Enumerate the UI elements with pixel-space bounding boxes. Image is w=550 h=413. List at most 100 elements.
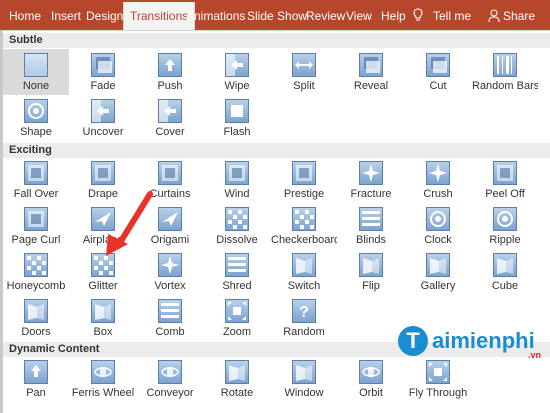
- tab-animations[interactable]: Animations: [186, 0, 245, 30]
- box-icon: [91, 299, 115, 323]
- transition-reveal[interactable]: Reveal: [338, 49, 404, 95]
- transition-fade[interactable]: Fade: [70, 49, 136, 95]
- section-header-subtle: Subtle: [3, 33, 550, 48]
- doors-icon: [24, 299, 48, 323]
- fly-through-icon: [426, 360, 450, 384]
- gallery-icon: [426, 253, 450, 277]
- crush-icon: [426, 161, 450, 185]
- ferris-wheel-icon: [91, 360, 115, 384]
- transition-switch[interactable]: Switch: [271, 249, 337, 295]
- transition-fly-through[interactable]: Fly Through: [405, 356, 471, 402]
- lightbulb-icon[interactable]: [413, 8, 423, 22]
- tab-slide-show[interactable]: Slide Show: [247, 0, 307, 30]
- transition-gallery[interactable]: Gallery: [405, 249, 471, 295]
- transition-label: Rotate: [220, 387, 254, 399]
- transition-doors[interactable]: Doors: [3, 295, 69, 341]
- wind-icon: [225, 161, 249, 185]
- transition-comb[interactable]: Comb: [137, 295, 203, 341]
- transition-shred[interactable]: Shred: [204, 249, 270, 295]
- cover-icon: [158, 99, 182, 123]
- transition-label: Fade: [90, 80, 116, 92]
- tab-insert[interactable]: Insert: [51, 0, 81, 30]
- tab-home[interactable]: Home: [9, 0, 41, 30]
- transition-random-bars[interactable]: Random Bars: [472, 49, 538, 95]
- transition-label: Blinds: [356, 234, 386, 246]
- transition-label: Cube: [491, 280, 519, 292]
- rotate-icon: [225, 360, 249, 384]
- shred-icon: [225, 253, 249, 277]
- transition-none[interactable]: None: [3, 49, 69, 95]
- drape-icon: [91, 161, 115, 185]
- transition-crush[interactable]: Crush: [405, 157, 471, 203]
- fracture-icon: [359, 161, 383, 185]
- tab-review[interactable]: Review: [306, 0, 345, 30]
- blinds-icon: [359, 207, 383, 231]
- transition-label: Flash: [223, 126, 251, 138]
- reveal-icon: [359, 53, 383, 77]
- transition-push[interactable]: Push: [137, 49, 203, 95]
- transition-label: Switch: [287, 280, 321, 292]
- clock-icon: [426, 207, 450, 231]
- switch-icon: [292, 253, 316, 277]
- transition-label: Pan: [26, 387, 46, 399]
- transition-wind[interactable]: Wind: [204, 157, 270, 203]
- transition-ferris-wheel[interactable]: Ferris Wheel: [70, 356, 136, 402]
- transition-wipe[interactable]: Wipe: [204, 49, 270, 95]
- tab-help[interactable]: Help: [381, 0, 406, 30]
- transition-flip[interactable]: Flip: [338, 249, 404, 295]
- transition-box[interactable]: Box: [70, 295, 136, 341]
- none-icon: [24, 53, 48, 77]
- tab-transitions[interactable]: Transitions: [123, 2, 196, 30]
- transition-ripple[interactable]: Ripple: [472, 203, 538, 249]
- transition-label: Orbit: [359, 387, 383, 399]
- cube-icon: [493, 253, 517, 277]
- share-button[interactable]: Share: [503, 0, 535, 30]
- page-curl-icon: [24, 207, 48, 231]
- transition-zoom[interactable]: Zoom: [204, 295, 270, 341]
- transition-label: None: [22, 80, 50, 92]
- transition-random[interactable]: ? Random: [271, 295, 337, 341]
- uncover-icon: [91, 99, 115, 123]
- transition-peel-off[interactable]: Peel Off: [472, 157, 538, 203]
- transition-uncover[interactable]: Uncover: [70, 95, 136, 141]
- transition-label: Reveal: [353, 80, 389, 92]
- transition-pan[interactable]: Pan: [3, 356, 69, 402]
- transition-cut[interactable]: Cut: [405, 49, 471, 95]
- transition-cube[interactable]: Cube: [472, 249, 538, 295]
- transition-shape[interactable]: Shape: [3, 95, 69, 141]
- zoom-icon: [225, 299, 249, 323]
- transition-page-curl[interactable]: Page Curl: [3, 203, 69, 249]
- transition-label: Flip: [362, 280, 380, 292]
- transition-window[interactable]: Window: [271, 356, 337, 402]
- transition-flash[interactable]: Flash: [204, 95, 270, 141]
- transition-prestige[interactable]: Prestige: [271, 157, 337, 203]
- tab-design[interactable]: Design: [86, 0, 123, 30]
- transition-fracture[interactable]: Fracture: [338, 157, 404, 203]
- transition-label: Prestige: [283, 188, 325, 200]
- tell-me-search[interactable]: Tell me: [433, 0, 471, 30]
- transition-blinds[interactable]: Blinds: [338, 203, 404, 249]
- peel-off-icon: [493, 161, 517, 185]
- watermark-logo-text: aimienphi: [432, 328, 535, 353]
- transition-split[interactable]: Split: [271, 49, 337, 95]
- curtains-icon: [158, 161, 182, 185]
- transition-label: Fly Through: [408, 387, 468, 399]
- transition-rotate[interactable]: Rotate: [204, 356, 270, 402]
- transition-cover[interactable]: Cover: [137, 95, 203, 141]
- transition-checkerboard[interactable]: Checkerboard: [271, 203, 337, 249]
- transition-label: Box: [93, 326, 113, 338]
- transition-honeycomb[interactable]: Honeycomb: [3, 249, 69, 295]
- ripple-icon: [493, 207, 517, 231]
- transition-fall-over[interactable]: Fall Over: [3, 157, 69, 203]
- shape-icon: [24, 99, 48, 123]
- transition-label: Zoom: [222, 326, 252, 338]
- transition-label: Doors: [21, 326, 51, 338]
- transition-orbit[interactable]: Orbit: [338, 356, 404, 402]
- transition-conveyor[interactable]: Conveyor: [137, 356, 203, 402]
- cut-icon: [426, 53, 450, 77]
- transition-dissolve[interactable]: Dissolve: [204, 203, 270, 249]
- share-person-icon[interactable]: [488, 9, 500, 22]
- tab-view[interactable]: View: [346, 0, 372, 30]
- transition-clock[interactable]: Clock: [405, 203, 471, 249]
- transition-label: Shred: [222, 280, 252, 292]
